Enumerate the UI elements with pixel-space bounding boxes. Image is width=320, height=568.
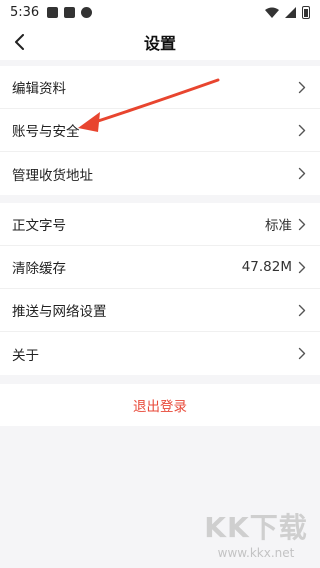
row-font-size[interactable]: 正文字号 标准: [0, 203, 320, 246]
page-title: 设置: [143, 34, 176, 53]
chevron-right-icon: [298, 347, 308, 361]
chevron-right-icon: [298, 167, 308, 181]
row-label: 管理收货地址: [12, 167, 93, 184]
row-edit-profile[interactable]: 编辑资料: [0, 66, 320, 109]
wifi-icon: [265, 7, 279, 18]
watermark-logo: KK下载 www.kkx.net: [200, 504, 312, 562]
status-bar: 5:36: [0, 0, 320, 24]
row-label: 关于: [12, 347, 39, 364]
chevron-right-icon: [298, 80, 308, 94]
row-label: 正文字号: [12, 218, 66, 234]
signal-icon: [285, 6, 296, 18]
notification-app-icon: [47, 6, 59, 18]
row-label: 编辑资料: [12, 81, 66, 97]
back-arrow-icon[interactable]: [8, 30, 32, 54]
logout-button[interactable]: 退出登录: [0, 384, 320, 426]
row-about[interactable]: 关于: [0, 332, 320, 375]
status-time: 5:36: [10, 4, 40, 20]
row-value: 标准: [265, 218, 292, 234]
row-label: 账号与安全: [12, 124, 80, 140]
chevron-right-icon: [298, 123, 308, 137]
notification-shield-icon: [81, 6, 93, 18]
row-label: 推送与网络设置: [12, 304, 107, 320]
chevron-right-icon: [298, 260, 308, 274]
watermark-url: www.kkx.net: [217, 546, 295, 560]
row-account-security[interactable]: 账号与安全: [0, 109, 320, 152]
row-label: 清除缓存: [12, 261, 66, 277]
logout-label: 退出登录: [133, 399, 187, 415]
chevron-right-icon: [298, 217, 308, 231]
nav-bar: 设置: [0, 24, 320, 60]
row-push-network[interactable]: 推送与网络设置: [0, 289, 320, 332]
watermark-text: KK下载: [204, 511, 308, 544]
settings-group-account: 编辑资料 账号与安全 管理收货地址: [0, 66, 320, 195]
row-value: 47.82M: [241, 259, 292, 275]
notification-drive-icon: [64, 6, 76, 18]
row-clear-cache[interactable]: 清除缓存 47.82M: [0, 246, 320, 289]
row-manage-address[interactable]: 管理收货地址: [0, 152, 320, 195]
status-right-group: [265, 5, 310, 19]
settings-group-general: 正文字号 标准 清除缓存 47.82M 推送与网络设置 关于: [0, 203, 320, 375]
chevron-right-icon: [298, 303, 308, 317]
battery-icon: [302, 5, 310, 19]
